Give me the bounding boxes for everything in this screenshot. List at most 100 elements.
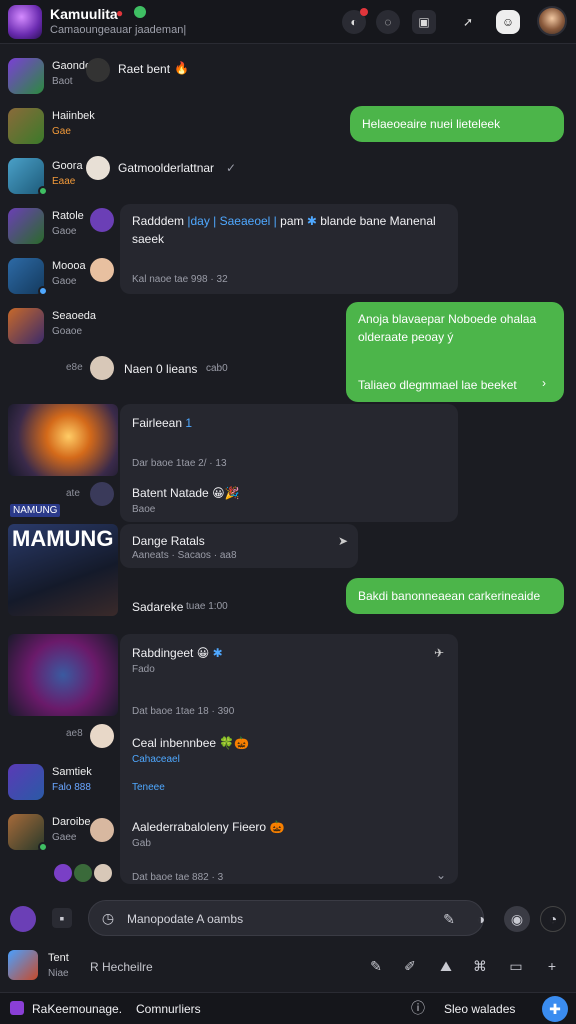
message-meta: Baoe xyxy=(132,504,156,515)
sidebar-item[interactable]: Haiinbek Gae xyxy=(8,104,118,148)
outgoing-message[interactable]: Bakdi banonneaean carkerineaide xyxy=(346,578,564,614)
row-sub: Niae xyxy=(48,968,69,979)
game-tile[interactable]: MAMUNG xyxy=(8,524,118,616)
outgoing-message[interactable]: Anoja blavaepar Noboede ohalaa olderaate… xyxy=(346,302,564,402)
message-author: Gatmoolderlattnar xyxy=(118,161,215,175)
profile-avatar[interactable] xyxy=(537,6,567,36)
time-label: ae8 xyxy=(66,728,83,739)
message-meta: cab0 xyxy=(206,363,228,374)
message-text: Helaeoeaire nuei lieteleek xyxy=(362,117,501,131)
message-meta: Aaneats · Sacaos · aa8 xyxy=(132,550,237,561)
share-icon[interactable]: ➚ xyxy=(456,10,480,34)
avatar xyxy=(8,764,44,800)
message-text: Taliaeo dlegmmael lae beeket xyxy=(358,378,517,392)
bottom-right-label[interactable]: Sleo walades xyxy=(444,1002,515,1016)
avatar xyxy=(8,208,44,244)
sticker-icon[interactable]: ▪ xyxy=(52,908,72,928)
message-meta: Gab xyxy=(132,838,151,849)
sidebar-item-name: Goora xyxy=(52,160,83,172)
message-text: saeek xyxy=(132,232,165,246)
online-badge xyxy=(38,186,48,196)
message-author: Raet bent xyxy=(118,62,171,76)
media-icon[interactable]: ▭ xyxy=(506,956,526,976)
message-text: Radddem |day | Saeaeoel | pam ✱ blande b… xyxy=(132,214,436,228)
sidebar-item[interactable]: Seaoeda Goaoe xyxy=(8,304,118,348)
attach-icon[interactable]: ✎ xyxy=(366,956,386,976)
avatar xyxy=(90,356,114,380)
message-link[interactable]: Teneee xyxy=(132,782,165,793)
info-icon[interactable]: ⓘ xyxy=(410,1000,426,1016)
avatar xyxy=(74,864,92,882)
sidebar-item-name: Seaoeda xyxy=(52,310,97,322)
message-link[interactable]: Cahaceael xyxy=(132,754,180,765)
app-logo[interactable] xyxy=(8,5,42,39)
avatar xyxy=(8,108,44,144)
sidebar-item-sub: Gaoe xyxy=(52,276,77,287)
image-icon[interactable]: ⛰ xyxy=(436,956,456,976)
card-title: Fairleean 1 xyxy=(132,416,193,430)
card-title: Rabdingeet 😀 ✱ xyxy=(132,646,223,660)
emoji: 🔥 xyxy=(174,61,189,75)
game-icon[interactable]: ▣ xyxy=(412,10,436,34)
avatar[interactable] xyxy=(10,906,36,932)
heart-icon: ● xyxy=(116,6,124,20)
avatar xyxy=(90,482,114,506)
sidebar-item-name: Ratole xyxy=(52,210,84,222)
sidebar-item-sub: Gaoe xyxy=(52,226,77,237)
bottom-left-label[interactable]: RaKeemounage. xyxy=(32,1002,122,1016)
time-label: ate xyxy=(66,488,80,499)
message-meta: Kal naoe tae 998 · 32 xyxy=(132,274,228,285)
avatar xyxy=(86,58,110,82)
message-meta: Fado xyxy=(132,664,155,675)
chat-icon[interactable]: ◌ xyxy=(376,10,400,34)
row-name: Tent xyxy=(48,952,69,964)
composer-input[interactable]: Manopodate A oambs xyxy=(127,912,243,926)
bottom-bar: RaKeemounage. Comnurliers ⓘ Sleo walades… xyxy=(0,992,576,1024)
gif-icon[interactable]: ◑ xyxy=(471,909,491,929)
chevron-down-icon[interactable]: ⌄ xyxy=(436,868,446,882)
sidebar-item-name: Daroibe xyxy=(52,816,91,828)
avatar xyxy=(90,818,114,842)
message-card[interactable]: Rabdingeet 😀 ✱ Fado ✈ Dat baoe 1tae 18 ·… xyxy=(120,634,458,884)
clock-icon[interactable]: ◷ xyxy=(99,909,117,927)
avatar xyxy=(54,864,72,882)
read-check-icon: ✓ xyxy=(226,161,237,175)
avatar xyxy=(90,208,114,232)
camera-icon[interactable]: ◉ xyxy=(504,906,530,932)
add-icon[interactable]: + xyxy=(542,956,562,976)
message-card[interactable]: Dange Ratals Aaneats · Sacaos · aa8 ➤ xyxy=(120,524,358,568)
emoji-icon[interactable]: ◔ xyxy=(540,906,566,932)
message-card[interactable]: Radddem |day | Saeaeoel | pam ✱ blande b… xyxy=(120,204,458,294)
card-title: Dange Ratals xyxy=(132,534,205,548)
outgoing-message[interactable]: Helaeoeaire nuei lieteleek xyxy=(350,106,564,142)
forward-icon[interactable]: › xyxy=(542,376,546,390)
compose-icon[interactable]: ✚ xyxy=(542,996,568,1022)
message-meta: Dat baoe 1tae 18 · 390 xyxy=(132,706,235,717)
edit-icon[interactable]: ✎ xyxy=(439,909,459,929)
send-icon[interactable]: ➤ xyxy=(338,534,348,548)
bottom-mid-label[interactable]: Comnurliers xyxy=(136,1002,201,1016)
secondary-input[interactable]: R Hecheilre xyxy=(90,960,153,974)
app-title: Kamuulita xyxy=(50,6,118,22)
message-card[interactable]: Fairleean 1 Dar baoe 1tae 2/ · 13 Batent… xyxy=(120,404,458,522)
pen-icon[interactable]: ✐ xyxy=(400,956,420,976)
grid-icon[interactable]: ⌘ xyxy=(470,956,490,976)
avatar xyxy=(8,58,44,94)
sidebar-item-sub: Goaoe xyxy=(52,326,83,337)
sidebar-item[interactable]: Samtiek Falo 888 xyxy=(8,760,118,804)
message-meta: Dar baoe 1tae 2/ · 13 xyxy=(132,458,227,469)
message-composer[interactable]: ◷ Manopodate A oambs ✎ ◑ xyxy=(88,900,485,936)
alert-icon[interactable]: ◐ xyxy=(342,8,368,34)
face-icon[interactable]: ☺ xyxy=(496,10,520,34)
message-author: Naen 0 lieans xyxy=(124,362,198,376)
avatar[interactable] xyxy=(8,950,38,980)
avatar xyxy=(90,724,114,748)
sidebar-item-sub: Eaae xyxy=(52,176,76,187)
message-author: Sadareke xyxy=(132,600,184,614)
app-subtitle: Camaoungeauar jaademan| xyxy=(50,24,187,36)
sidebar-item-name: Samtiek xyxy=(52,766,92,778)
game-tile[interactable] xyxy=(8,404,118,476)
message-text: Bakdi banonneaean carkerineaide xyxy=(358,589,541,603)
pin-icon[interactable]: ✈ xyxy=(434,646,444,660)
game-tile[interactable] xyxy=(8,634,118,716)
